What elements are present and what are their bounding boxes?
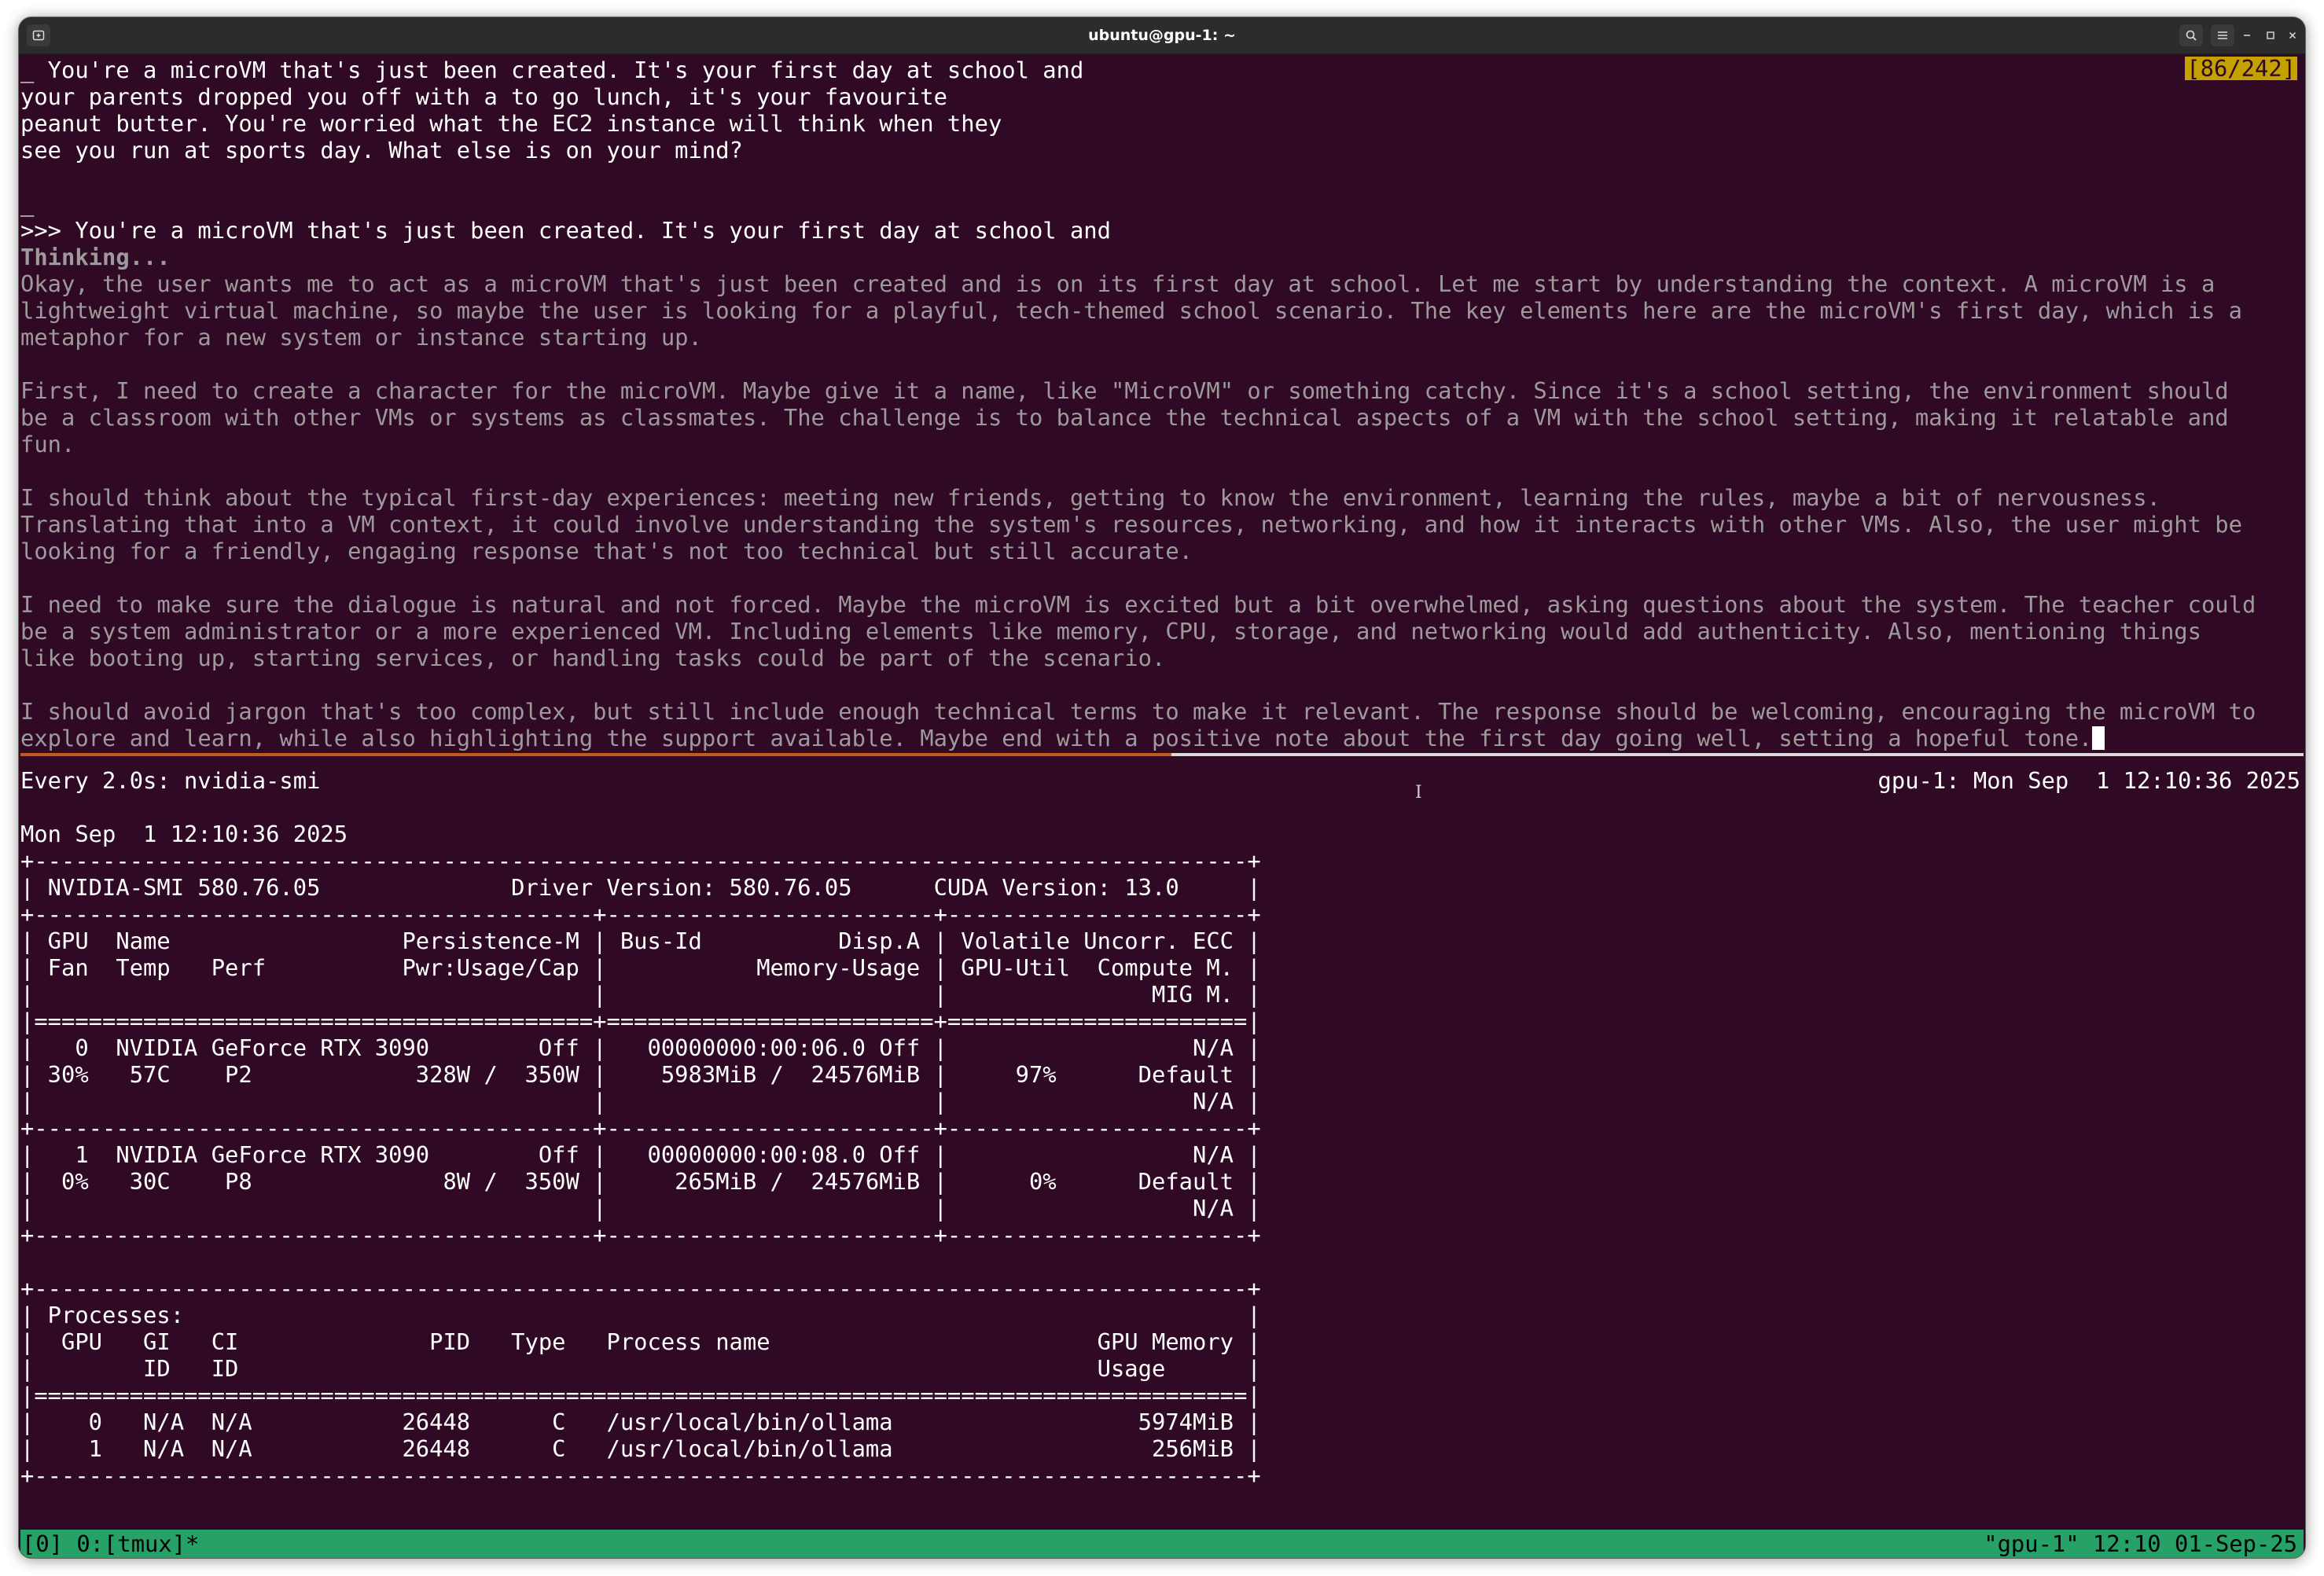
- chat-line: lightweight virtual machine, so maybe th…: [20, 297, 2242, 324]
- chat-line: metaphor for a new system or instance st…: [20, 324, 702, 351]
- tmux-status-right: "gpu-1" 12:10 01-Sep-25: [1984, 1530, 2297, 1557]
- nvidia-smi-line: |=======================================…: [20, 1008, 1261, 1034]
- chat-line: I should avoid jargon that's too complex…: [20, 698, 2256, 725]
- nvidia-smi-line: | | | N/A |: [20, 1088, 1261, 1115]
- menu-button[interactable]: [2211, 24, 2234, 46]
- maximize-icon: [2267, 31, 2274, 39]
- chat-line: First, I need to create a character for …: [20, 377, 2229, 404]
- nvidia-smi-line: | GPU GI CI PID Type Process name GPU Me…: [20, 1328, 1261, 1355]
- text-cursor-icon: I: [1415, 783, 1422, 803]
- chat-line: _: [20, 190, 35, 217]
- watch-header-left: Every 2.0s: nvidia-smi: [20, 767, 321, 794]
- search-button[interactable]: [2179, 24, 2203, 46]
- chat-line: see you run at sports day. What else is …: [20, 137, 743, 163]
- chat-line: like booting up, starting services, or h…: [20, 645, 1166, 671]
- minimize-button[interactable]: [2238, 26, 2256, 45]
- tmux-status-bar: [0] 0:[tmux]* "gpu-1" 12:10 01-Sep-25: [20, 1530, 2304, 1558]
- nvidia-smi-line: | | | MIG M. |: [20, 981, 1261, 1008]
- chat-line: explore and learn, while also highlighti…: [20, 725, 2105, 751]
- search-icon: [2186, 30, 2197, 41]
- chat-line: Okay, the user wants me to act as a micr…: [20, 270, 2216, 297]
- chat-line: your parents dropped you off with a to g…: [20, 83, 947, 110]
- scroll-position-indicator: [86/242]: [2185, 55, 2297, 82]
- chat-line: looking for a friendly, engaging respons…: [20, 538, 1193, 564]
- terminal-content[interactable]: _ You're a microVM that's just been crea…: [20, 53, 2304, 1558]
- nvidia-smi-line: | 0% 30C P8 8W / 350W | 265MiB / 24576Mi…: [20, 1168, 1261, 1195]
- nvidia-smi-line: +---------------------------------------…: [20, 1221, 1261, 1248]
- nvidia-smi-line: |=======================================…: [20, 1382, 1261, 1409]
- pane-divider[interactable]: [1171, 753, 2304, 756]
- chat-line: fun.: [20, 431, 75, 457]
- terminal-cursor: [2092, 726, 2105, 750]
- nvidia-smi-line: | 1 N/A N/A 26448 C /usr/local/bin/ollam…: [20, 1435, 1261, 1462]
- chat-line: be a classroom with other VMs or systems…: [20, 404, 2229, 431]
- chat-line: I need to make sure the dialogue is natu…: [20, 591, 2256, 618]
- maximize-button[interactable]: [2261, 26, 2280, 45]
- nvidia-smi-line: | Fan Temp Perf Pwr:Usage/Cap | Memory-U…: [20, 954, 1261, 981]
- watch-header-right: gpu-1: Mon Sep 1 12:10:36 2025: [1877, 767, 2300, 794]
- chat-line: >>> You're a microVM that's just been cr…: [20, 217, 1111, 244]
- chat-line: Translating that into a VM context, it c…: [20, 511, 2242, 538]
- chat-line: be a system administrator or a more expe…: [20, 618, 2201, 645]
- title-bar[interactable]: ubuntu@gpu-1: ~: [19, 17, 2305, 54]
- nvidia-smi-line: | 30% 57C P2 328W / 350W | 5983MiB / 245…: [20, 1061, 1261, 1088]
- nvidia-smi-line: | | | N/A |: [20, 1195, 1261, 1221]
- chat-line: _ You're a microVM that's just been crea…: [20, 57, 1084, 83]
- chat-line: Thinking...: [20, 244, 171, 270]
- close-icon: [2289, 31, 2296, 39]
- nvidia-smi-line: | 0 N/A N/A 26448 C /usr/local/bin/ollam…: [20, 1409, 1261, 1435]
- nvidia-smi-line: +---------------------------------------…: [20, 1462, 1261, 1489]
- chat-line: peanut butter. You're worried what the E…: [20, 110, 1002, 137]
- nvidia-smi-line: | 1 NVIDIA GeForce RTX 3090 Off | 000000…: [20, 1141, 1261, 1168]
- hamburger-menu-icon: [2218, 31, 2227, 39]
- nvidia-smi-line: | Processes: |: [20, 1302, 1261, 1328]
- nvidia-smi-line: +---------------------------------------…: [20, 847, 1261, 874]
- pane-divider-active[interactable]: [20, 753, 1171, 756]
- nvidia-smi-line: | 0 NVIDIA GeForce RTX 3090 Off | 000000…: [20, 1034, 1261, 1061]
- nvidia-smi-line: | GPU Name Persistence-M | Bus-Id Disp.A…: [20, 928, 1261, 954]
- nvidia-smi-line: +---------------------------------------…: [20, 901, 1261, 928]
- minimize-icon: [2244, 35, 2250, 36]
- close-button[interactable]: [2283, 26, 2302, 45]
- nvidia-smi-line: | NVIDIA-SMI 580.76.05 Driver Version: 5…: [20, 874, 1261, 901]
- nvidia-smi-line: +---------------------------------------…: [20, 1115, 1261, 1141]
- window-title: ubuntu@gpu-1: ~: [1088, 27, 1236, 44]
- tmux-window-list[interactable]: [0] 0:[tmux]*: [22, 1530, 199, 1558]
- nvidia-smi-line: Mon Sep 1 12:10:36 2025: [20, 821, 348, 847]
- terminal-window[interactable]: ubuntu@gpu-1: ~ _ You're a microVM that'…: [19, 17, 2305, 1558]
- nvidia-smi-line: | ID ID Usage |: [20, 1355, 1261, 1382]
- nvidia-smi-line: +---------------------------------------…: [20, 1275, 1261, 1302]
- chat-line: I should think about the typical first-d…: [20, 484, 2160, 511]
